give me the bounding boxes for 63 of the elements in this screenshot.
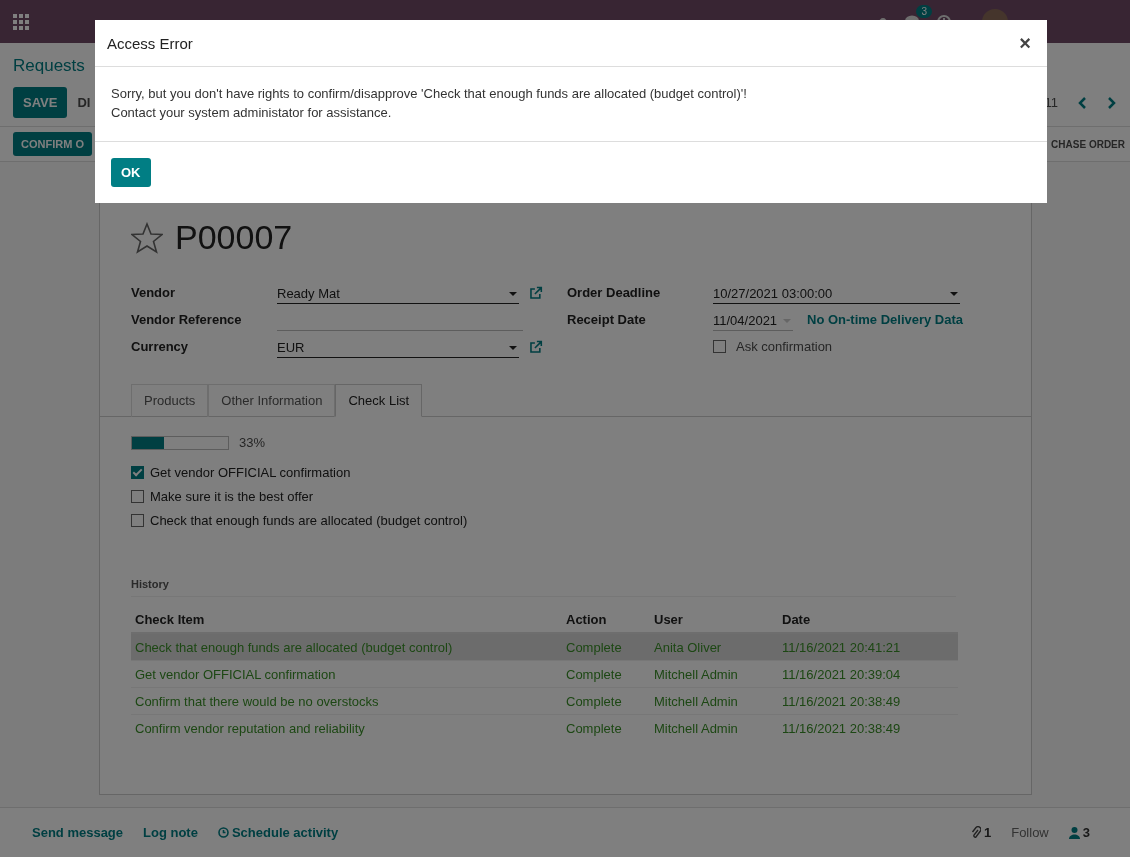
ok-button[interactable]: OK bbox=[111, 158, 151, 187]
checkbox-label: Ask confirmation bbox=[736, 339, 833, 354]
table-cell: 11/16/2021 20:38:49 bbox=[778, 714, 958, 741]
table-cell: Mitchell Admin bbox=[650, 714, 778, 741]
save-button[interactable]: SAVE bbox=[13, 87, 68, 118]
schedule-activity-button[interactable]: Schedule activity bbox=[213, 821, 343, 844]
star-icon[interactable] bbox=[131, 221, 163, 254]
input-field[interactable]: 11/04/2021 bbox=[713, 308, 793, 331]
field-label: Receipt Date bbox=[567, 312, 647, 327]
discard-button[interactable]: DI bbox=[71, 87, 97, 118]
table-cell: Confirm vendor reputation and reliability bbox=[131, 714, 562, 741]
checklist-item: Get vendor OFFICIAL confirmation bbox=[150, 464, 351, 480]
paperclip-icon[interactable] bbox=[970, 826, 981, 839]
table-cell: 11/16/2021 20:38:49 bbox=[778, 687, 958, 715]
input-field[interactable]: 10/27/2021 03:00:00 bbox=[713, 281, 960, 304]
table-cell: Check that enough funds are allocated (budget control) bbox=[131, 633, 562, 661]
record-name: P00007 bbox=[175, 218, 293, 257]
tab[interactable]: Check List bbox=[335, 384, 423, 417]
clock-icon[interactable] bbox=[217, 827, 229, 838]
table-cell: Complete bbox=[562, 660, 650, 688]
table-cell: Mitchell Admin bbox=[650, 687, 778, 715]
attachments-button[interactable]: 1 bbox=[966, 821, 996, 844]
tab[interactable]: Products bbox=[131, 384, 209, 417]
checkbox[interactable] bbox=[131, 489, 144, 503]
external-link-icon[interactable] bbox=[529, 285, 543, 300]
error-message: Sorry, but you don't have rights to confirm/disapprove 'Check that enough funds are allocated (budget control)'! bbox=[111, 85, 748, 103]
confirm-order-button[interactable]: CONFIRM O bbox=[13, 132, 92, 156]
table-cell: Complete bbox=[562, 714, 650, 741]
field-label: Order Deadline bbox=[567, 285, 662, 300]
checkbox[interactable] bbox=[131, 465, 144, 479]
dialog-title: Access Error bbox=[107, 34, 193, 52]
table-cell: Confirm that there would be no overstocks bbox=[131, 687, 562, 715]
field-label: Vendor Reference bbox=[131, 312, 243, 327]
field-label: Currency bbox=[131, 339, 190, 354]
apps-menu-icon[interactable] bbox=[12, 12, 30, 31]
error-message: Contact your system administator for assistance. bbox=[111, 104, 393, 122]
purchase-order-button[interactable]: CHASE ORDER bbox=[1051, 132, 1125, 156]
checkbox[interactable] bbox=[131, 513, 144, 527]
delivery-data-link[interactable]: No On-time Delivery Data bbox=[807, 312, 964, 327]
input-field[interactable]: EUR bbox=[277, 335, 520, 358]
chatter-button[interactable]: Log note bbox=[139, 821, 202, 844]
input-field[interactable]: Ready Mat bbox=[277, 281, 520, 304]
table-cell: Get vendor OFFICIAL confirmation bbox=[131, 660, 562, 688]
chatter-button[interactable]: Send message bbox=[28, 821, 128, 844]
table-cell: Mitchell Admin bbox=[650, 660, 778, 688]
close-button[interactable]: × bbox=[1015, 31, 1035, 55]
table-cell: 11/16/2021 20:41:21 bbox=[778, 633, 958, 661]
checklist-item: Make sure it is the best offer bbox=[150, 488, 314, 504]
table-cell: Complete bbox=[562, 687, 650, 715]
field-label: Vendor bbox=[131, 285, 177, 300]
table-cell: 11/16/2021 20:39:04 bbox=[778, 660, 958, 688]
message-count-badge: 3 bbox=[916, 4, 932, 18]
person-icon[interactable] bbox=[1068, 826, 1080, 839]
table-cell: Complete bbox=[562, 633, 650, 661]
checklist-item: Check that enough funds are allocated (budget control) bbox=[150, 512, 468, 528]
external-link-icon[interactable] bbox=[529, 339, 543, 354]
table-cell: Anita Oliver bbox=[650, 633, 778, 661]
breadcrumb[interactable]: Requests bbox=[13, 56, 85, 76]
section-title: History bbox=[131, 578, 956, 597]
followers-button[interactable]: 3 bbox=[1064, 821, 1094, 844]
checkbox[interactable] bbox=[713, 340, 726, 353]
progress-percent: 33% bbox=[239, 435, 266, 450]
follow-button[interactable]: Follow bbox=[1007, 821, 1053, 844]
